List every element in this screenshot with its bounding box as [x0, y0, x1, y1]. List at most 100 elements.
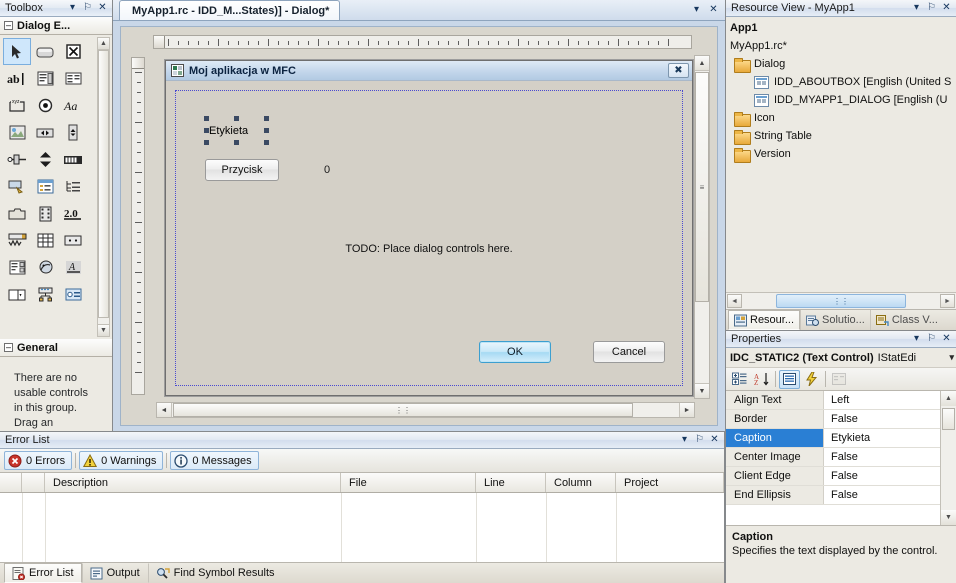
toolbox-item-picture-control[interactable]	[3, 119, 31, 146]
tree-node-app1[interactable]: App1	[728, 19, 956, 37]
errors-filter-button[interactable]: 0 Errors	[4, 451, 73, 470]
resource-view-close-icon[interactable]: ✕	[939, 1, 954, 15]
v-scrollbar-thumb[interactable]: ≡	[695, 72, 709, 302]
toolbox-item-custom-control[interactable]	[31, 254, 59, 281]
dialog-todo-static[interactable]: TODO: Place dialog controls here.	[176, 243, 682, 255]
column-header-line[interactable]: Line	[476, 473, 546, 492]
toolbox-item-date-time-picker[interactable]	[3, 227, 31, 254]
mfc-dialog-preview[interactable]: Moj aplikacja w MFC ✖ Etykieta Przycisk …	[164, 59, 694, 397]
error-list-pin-icon[interactable]: ⚐	[692, 433, 707, 447]
tab-dropdown-icon[interactable]: ▾	[689, 3, 704, 17]
toolbox-item-radio-button[interactable]	[31, 92, 59, 119]
res-scrollbar-thumb[interactable]: ⋮⋮	[776, 294, 906, 308]
property-row-end-ellipsis[interactable]: End Ellipsis False	[726, 486, 956, 505]
property-row-align-text[interactable]: Align Text Left	[726, 391, 956, 410]
resize-handle-nw[interactable]	[204, 116, 209, 121]
toolbox-item-list-box[interactable]	[59, 65, 87, 92]
dialog-button-przycisk[interactable]: Przycisk	[205, 159, 279, 181]
column-header-project[interactable]: Project	[616, 473, 724, 492]
collapse-icon-general[interactable]: –	[4, 343, 13, 352]
toolbox-item-button[interactable]	[31, 38, 59, 65]
scroll-left-arrow-res[interactable]: ◄	[727, 294, 742, 308]
categorized-view-button[interactable]	[729, 370, 750, 389]
scroll-up-arrow[interactable]: ▲	[98, 38, 109, 50]
property-row-caption[interactable]: Caption Etykieta	[726, 429, 956, 448]
property-value[interactable]: False	[824, 486, 956, 504]
props-scrollbar-thumb[interactable]	[942, 408, 955, 430]
mfc-dialog-title-bar[interactable]: Moj aplikacja w MFC ✖	[166, 61, 692, 81]
properties-button[interactable]	[779, 369, 800, 389]
tree-node-idd-aboutbox[interactable]: IDD_ABOUTBOX [English (United S	[728, 73, 956, 91]
dialog-ok-button[interactable]: OK	[479, 341, 551, 363]
warnings-filter-button[interactable]: 0 Warnings	[79, 451, 164, 470]
toolbox-item-tree-control[interactable]	[59, 173, 87, 200]
properties-grid-scrollbar[interactable]: ▲ ▼	[940, 391, 956, 525]
scroll-left-arrow[interactable]: ◄	[157, 403, 172, 417]
scroll-down-arrow[interactable]: ▼	[98, 324, 109, 336]
column-header-number[interactable]	[22, 473, 45, 492]
tree-node-icon-folder[interactable]: Icon	[728, 109, 956, 127]
toolbox-item-slider-control[interactable]	[3, 146, 31, 173]
toolbox-item-month-calendar-control[interactable]	[31, 227, 59, 254]
collapse-icon[interactable]: –	[4, 21, 13, 30]
alphabetical-sort-button[interactable]: AZ	[751, 370, 772, 389]
scroll-down-arrow-props[interactable]: ▼	[941, 510, 956, 525]
resize-handle-s[interactable]	[234, 140, 239, 145]
property-value[interactable]: Left	[824, 391, 956, 409]
resize-handle-n[interactable]	[234, 116, 239, 121]
toolbox-group-general[interactable]: – General	[0, 339, 112, 357]
toolbox-item-extended-combo-box[interactable]	[3, 254, 31, 281]
toolbox-item-command-link-control[interactable]	[59, 281, 87, 308]
toolbox-item-rich-edit-control[interactable]: 2.0	[59, 200, 87, 227]
toolbox-item-group-box[interactable]: xyz	[3, 92, 31, 119]
column-header-description[interactable]: Description	[45, 473, 341, 492]
resize-handle-ne[interactable]	[264, 116, 269, 121]
tree-node-idd-myapp1-dialog[interactable]: IDD_MYAPP1_DIALOG [English (U	[728, 91, 956, 109]
editor-horizontal-scrollbar[interactable]: ◄ ⋮⋮ ►	[156, 402, 695, 418]
scroll-right-arrow[interactable]: ►	[679, 403, 694, 417]
toolbox-item-progress-control[interactable]	[59, 146, 87, 173]
tab-resource-view[interactable]: Resour...	[728, 310, 801, 330]
tab-solution-explorer[interactable]: Solutio...	[800, 310, 870, 330]
toolbox-scrollbar[interactable]: ▲ ≡ ▼	[97, 37, 110, 337]
editor-vertical-scrollbar[interactable]: ▲ ≡ ▼	[694, 55, 710, 399]
tree-node-rc-file[interactable]: MyApp1.rc*	[728, 37, 956, 55]
dialog-design-surface[interactable]: Moj aplikacja w MFC ✖ Etykieta Przycisk …	[113, 21, 725, 431]
resize-handle-sw[interactable]	[204, 140, 209, 145]
property-value[interactable]: False	[824, 410, 956, 428]
toolbox-item-vertical-scroll-bar[interactable]	[59, 119, 87, 146]
static-text-control-label[interactable]: Etykieta	[209, 125, 248, 137]
scroll-down-arrow-editor[interactable]: ▼	[695, 383, 709, 398]
resource-tree[interactable]: App1 MyApp1.rc* Dialog IDD_ABOUTBOX [Eng…	[726, 17, 956, 292]
tree-node-string-table-folder[interactable]: String Table	[728, 127, 956, 145]
property-row-center-image[interactable]: Center Image False	[726, 448, 956, 467]
toolbox-item-list-control[interactable]	[31, 173, 59, 200]
scrollbar-thumb[interactable]	[98, 50, 109, 318]
resize-handle-e[interactable]	[264, 128, 269, 133]
column-header-icon[interactable]	[0, 473, 22, 492]
error-list-rows-area[interactable]	[0, 493, 724, 562]
tab-close-icon[interactable]: ✕	[706, 3, 721, 17]
scroll-up-arrow-props[interactable]: ▲	[941, 391, 956, 406]
toolbox-item-animation-control[interactable]	[31, 200, 59, 227]
properties-object-selector[interactable]: IDC_STATIC2 (Text Control) IStatEdi ▾	[726, 348, 956, 368]
toolbox-dropdown-icon[interactable]: ▾	[65, 1, 80, 15]
messages-filter-button[interactable]: 0 Messages	[170, 451, 259, 470]
toolbox-item-split-button-control[interactable]	[3, 281, 31, 308]
toolbox-item-pointer[interactable]	[3, 38, 31, 65]
toolbox-item-syslink-control[interactable]: A	[59, 254, 87, 281]
scroll-up-arrow-editor[interactable]: ▲	[695, 56, 709, 71]
toolbox-group-dialog-editor[interactable]: – Dialog E...	[0, 17, 112, 35]
tree-node-version-folder[interactable]: Version	[728, 145, 956, 163]
error-list-close-icon[interactable]: ✕	[707, 433, 722, 447]
property-value[interactable]: Etykieta	[824, 429, 956, 447]
error-list-dropdown-icon[interactable]: ▾	[677, 433, 692, 447]
toolbox-item-tab-control[interactable]	[3, 200, 31, 227]
toolbox-item-check-box[interactable]	[59, 38, 87, 65]
column-header-column[interactable]: Column	[546, 473, 616, 492]
mfc-close-button[interactable]: ✖	[668, 63, 689, 78]
dialog-counter-static[interactable]: 0	[324, 164, 330, 176]
tab-output[interactable]: Output	[81, 563, 148, 583]
toolbox-item-spin-control[interactable]	[31, 146, 59, 173]
property-value[interactable]: False	[824, 467, 956, 485]
